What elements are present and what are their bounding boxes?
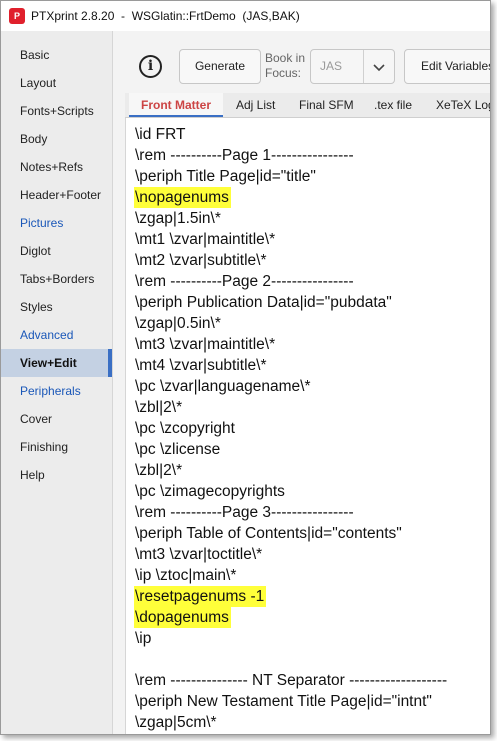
editor-line: \periph New Testament Title Page|id="int… [134,691,449,712]
sidebar-item-help[interactable]: Help [1,461,112,489]
editor-line: \periph Table of Contents|id="contents" [134,523,449,544]
editor-line: \pc \zvar|languagename\* [134,376,449,397]
sidebar-nav: Basic Layout Fonts+Scripts Body Notes+Refs He… [1,31,113,734]
line-text: \periph Publication Data|id="pubdata" [135,294,392,311]
tab-xetex-log[interactable]: XeTeX Log [436,93,490,117]
editor-line: \zgap|5cm\* [134,712,449,733]
editor-line: \resetpagenums -1 [134,586,449,607]
sidebar-item-layout[interactable]: Layout [1,69,112,97]
book-select[interactable]: JAS [310,49,395,84]
tab-tex-file[interactable]: .tex file [374,93,412,117]
line-text: \rem ----------Page 1---------------- [135,147,354,164]
line-text: \periph Title Page|id="title" [135,168,316,185]
line-text: \rem --------------- NT Separator ------… [135,672,448,689]
editor-line: \rem ----------Page 1---------------- [134,145,449,166]
book-label-line1: Book in [265,51,306,65]
sidebar-item-diglot[interactable]: Diglot [1,237,112,265]
sidebar-item-view-edit[interactable]: View+Edit [1,349,112,377]
sidebar-item-finishing[interactable]: Finishing [1,433,112,461]
sidebar-item-styles[interactable]: Styles [1,293,112,321]
editor-line: \pc \zimagecopyrights [134,481,449,502]
editor-line: \nopagenums [134,187,449,208]
line-text: \ip \ztoc|main\* [135,567,237,584]
editor-line: \pc \zcopyright [134,418,449,439]
editor-line: \zgap|1.5in\* [134,208,449,229]
editor-tabs: Front Matter Adj List Final SFM .tex fil… [125,93,490,118]
edit-variables-button[interactable]: Edit Variables [404,49,490,84]
sidebar-item-peripherals[interactable]: Peripherals [1,377,112,405]
editor-line: \ip \ztoc|main\* [134,565,449,586]
tab-final-sfm[interactable]: Final SFM [299,93,354,117]
editor-line: \zbl|2\* [134,397,449,418]
line-text: \pc \zlicense [135,441,221,458]
editor-line: \mt3 \zvar|toctitle\* [134,544,449,565]
editor-lines: \id FRT \rem ----------Page 1------------… [134,124,449,733]
front-matter-editor[interactable]: \id FRT \rem ----------Page 1------------… [125,118,490,734]
sidebar-item-basic[interactable]: Basic [1,41,112,69]
sidebar-item-notes-refs[interactable]: Notes+Refs [1,153,112,181]
editor-line: \pc \zlicense [134,439,449,460]
editor-line: \mt1 \zvar|maintitle\* [134,229,449,250]
line-text: \periph Table of Contents|id="contents" [135,525,402,542]
editor-line: \periph Title Page|id="title" [134,166,449,187]
chevron-down-icon[interactable] [371,59,387,75]
generate-button[interactable]: Generate [179,49,261,84]
editor-line: \mt2 \zvar|subtitle\* [134,250,449,271]
line-text: \mt1 \zvar|maintitle\* [135,231,276,248]
editor-line: \periph Publication Data|id="pubdata" [134,292,449,313]
line-text: \zgap|0.5in\* [135,315,221,332]
editor-line: \rem ----------Page 2---------------- [134,271,449,292]
editor-line: \zbl|2\* [134,460,449,481]
line-text: \mt3 \zvar|toctitle\* [135,546,263,563]
line-text: \pc \zcopyright [135,420,235,437]
book-select-divider [363,50,364,83]
line-text: \pc \zvar|languagename\* [135,378,311,395]
sidebar-item-header-footer[interactable]: Header+Footer [1,181,112,209]
editor-line: \mt4 \zvar|subtitle\* [134,355,449,376]
sidebar-item-fonts-scripts[interactable]: Fonts+Scripts [1,97,112,125]
editor-line: \id FRT [134,124,449,145]
sidebar-item-advanced[interactable]: Advanced [1,321,112,349]
line-text: \zgap|1.5in\* [135,210,221,227]
sidebar-item-cover[interactable]: Cover [1,405,112,433]
editor-line: \dopagenums [134,607,449,628]
app-window: P PTXprint 2.8.20 - WSGlatin::FrtDemo (J… [0,0,491,735]
highlighted-text: \dopagenums [134,607,231,628]
line-text: \periph New Testament Title Page|id="int… [135,693,432,710]
sidebar-item-pictures[interactable]: Pictures [1,209,112,237]
info-circle-icon[interactable]: i [139,55,162,78]
highlighted-text: \nopagenums [134,187,231,208]
tab-front-matter[interactable]: Front Matter [129,93,223,117]
line-text: \id FRT [135,126,186,143]
line-text: \rem ----------Page 3---------------- [135,504,354,521]
title-bar: P PTXprint 2.8.20 - WSGlatin::FrtDemo (J… [1,1,490,31]
line-text: \rem ----------Page 2---------------- [135,273,354,290]
book-label-line2: Focus: [265,66,302,80]
editor-line: \rem ----------Page 3---------------- [134,502,449,523]
line-text: \zbl|2\* [135,399,183,416]
line-text: \mt4 \zvar|subtitle\* [135,357,267,374]
line-text: \zbl|2\* [135,462,183,479]
highlighted-text: \resetpagenums -1 [134,586,267,607]
editor-line: \rem --------------- NT Separator ------… [134,670,449,691]
line-text: \zgap|5cm\* [135,714,217,731]
tab-adj-list[interactable]: Adj List [236,93,275,117]
sidebar-item-body[interactable]: Body [1,125,112,153]
editor-line: \zgap|0.5in\* [134,313,449,334]
book-select-value: JAS [320,59,343,73]
ptxprint-app-icon: P [9,8,25,24]
book-in-focus-label: Book in Focus: [265,51,305,81]
window-title: PTXprint 2.8.20 - WSGlatin::FrtDemo (JAS… [31,9,300,23]
line-text: \mt2 \zvar|subtitle\* [135,252,267,269]
toolbar: i Generate Book in Focus: JAS Edit Varia… [113,31,490,93]
line-text: \pc \zimagecopyrights [135,483,285,500]
editor-line: \mt3 \zvar|maintitle\* [134,334,449,355]
line-text: \ip [135,630,152,647]
editor-line: \ip [134,628,449,649]
line-text: \mt3 \zvar|maintitle\* [135,336,276,353]
sidebar-item-tabs-borders[interactable]: Tabs+Borders [1,265,112,293]
